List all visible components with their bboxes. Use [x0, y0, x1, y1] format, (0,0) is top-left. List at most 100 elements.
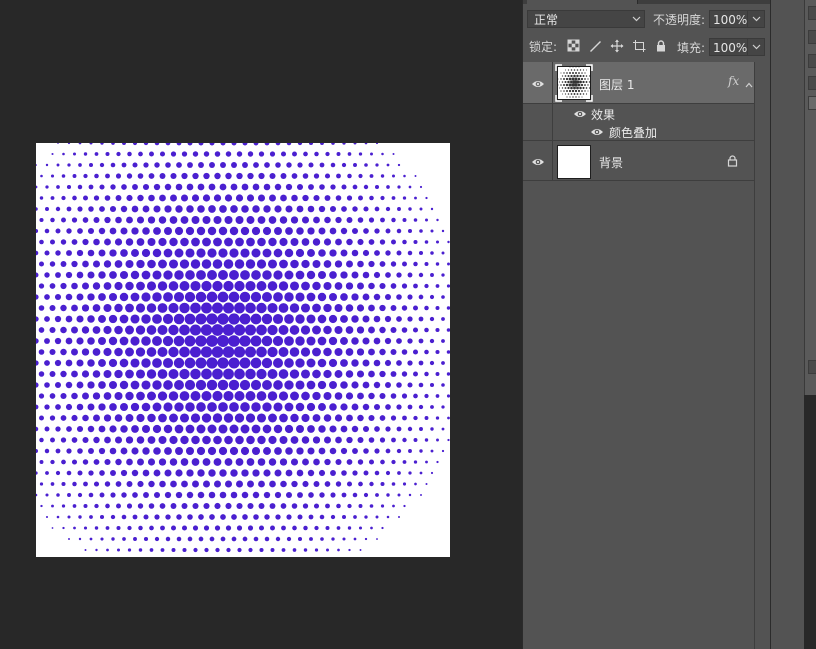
halftone-dot [185, 446, 195, 456]
halftone-dot [120, 205, 128, 213]
halftone-dot [224, 194, 233, 202]
document-canvas[interactable] [36, 143, 450, 557]
effects-row[interactable]: 效果 [523, 104, 755, 122]
halftone-dot [248, 547, 253, 553]
layer-row-layer1[interactable]: 图层 1 fx [523, 62, 755, 104]
halftone-dot [245, 259, 256, 269]
visibility-column [523, 122, 553, 140]
halftone-dot [425, 196, 428, 200]
halftone-dot [345, 370, 354, 378]
halftone-dot [93, 459, 100, 465]
halftone-dot [147, 216, 156, 224]
eye-icon[interactable] [573, 108, 587, 118]
halftone-dot [88, 184, 94, 190]
halftone-dot [168, 281, 179, 291]
halftone-dot [159, 194, 166, 202]
layer-name[interactable]: 图层 1 [599, 76, 634, 93]
halftone-dot [98, 403, 106, 411]
halftone-dot [55, 206, 61, 212]
visibility-column [523, 104, 553, 122]
dock-button[interactable] [808, 30, 816, 44]
halftone-dot [137, 458, 144, 466]
halftone-dot [285, 491, 293, 499]
halftone-dot [147, 413, 156, 423]
canvas-workspace[interactable] [0, 0, 522, 649]
halftone-dot [224, 435, 233, 445]
halftone-dot [407, 294, 413, 300]
halftone-dot [231, 162, 237, 168]
dock-button[interactable] [808, 360, 816, 374]
halftone-dot [94, 526, 99, 530]
layer-name[interactable]: 背景 [599, 154, 623, 171]
halftone-dot [99, 184, 105, 190]
lock-icon [727, 155, 738, 170]
opacity-input[interactable]: 100% [709, 10, 765, 28]
dock-button[interactable] [808, 6, 816, 20]
panel-tab-layers[interactable] [527, 0, 638, 4]
halftone-dot [307, 249, 315, 257]
eye-icon[interactable] [590, 126, 604, 136]
halftone-dot [230, 491, 238, 499]
halftone-dot [49, 415, 56, 421]
lock-position-icon[interactable] [610, 39, 624, 53]
halftone-dot [136, 238, 145, 246]
halftone-dot [252, 491, 260, 499]
halftone-dot [36, 471, 38, 475]
halftone-dot [105, 503, 110, 509]
fill-value: 100% [713, 41, 748, 55]
lock-all-icon[interactable] [654, 39, 668, 53]
halftone-dot [125, 259, 134, 269]
layer-list-scrollbar[interactable] [754, 62, 755, 649]
halftone-dot [272, 357, 284, 369]
halftone-dot [391, 459, 396, 465]
fx-icon[interactable]: fx [728, 74, 739, 88]
halftone-dot [219, 469, 227, 477]
eye-icon[interactable] [531, 78, 545, 88]
chevron-down-icon[interactable] [747, 39, 764, 55]
effect-row-color-overlay[interactable]: 颜色叠加 [523, 122, 755, 141]
layer-row-background[interactable]: 背景 [523, 141, 755, 181]
dock-button[interactable] [808, 96, 816, 110]
halftone-dot [54, 315, 62, 323]
effects-label: 效果 [591, 108, 616, 122]
halftone-dot [165, 514, 171, 520]
halftone-dot [39, 437, 44, 443]
halftone-dot [142, 205, 150, 213]
halftone-dot [289, 303, 300, 313]
halftone-dot [176, 162, 182, 168]
chevron-up-icon[interactable] [745, 77, 753, 91]
halftone-dot [390, 415, 397, 421]
halftone-dot [208, 205, 216, 213]
lock-image-pixels-icon[interactable] [588, 39, 602, 53]
halftone-dot [281, 525, 286, 531]
halftone-dot [146, 369, 157, 379]
halftone-dot [81, 282, 90, 290]
halftone-dot [83, 526, 88, 530]
halftone-dot [154, 143, 160, 146]
fill-input[interactable]: 100% [709, 38, 765, 56]
halftone-dot [200, 346, 213, 358]
halftone-dot [82, 392, 89, 400]
halftone-dot [436, 460, 439, 464]
lock-artboard-icon[interactable] [632, 39, 646, 53]
dock-button[interactable] [808, 54, 816, 68]
halftone-dot [170, 151, 177, 157]
halftone-dot [141, 336, 151, 346]
lock-transparent-pixels-icon[interactable] [567, 39, 581, 53]
halftone-dot [441, 383, 445, 387]
chevron-down-icon[interactable] [747, 11, 764, 27]
halftone-dot [284, 380, 294, 390]
halftone-dot [168, 259, 179, 269]
halftone-dot [169, 216, 178, 224]
halftone-dot [281, 548, 286, 552]
halftone-dot [284, 248, 294, 258]
dock-button[interactable] [808, 76, 816, 90]
halftone-dot [285, 205, 293, 213]
halftone-dot [435, 262, 440, 266]
halftone-dot [359, 549, 362, 551]
halftone-dot [149, 548, 154, 552]
blend-mode-dropdown[interactable]: 正常 [527, 10, 645, 28]
eye-icon[interactable] [531, 156, 545, 166]
halftone-dot [257, 458, 266, 466]
halftone-dot [191, 237, 200, 247]
